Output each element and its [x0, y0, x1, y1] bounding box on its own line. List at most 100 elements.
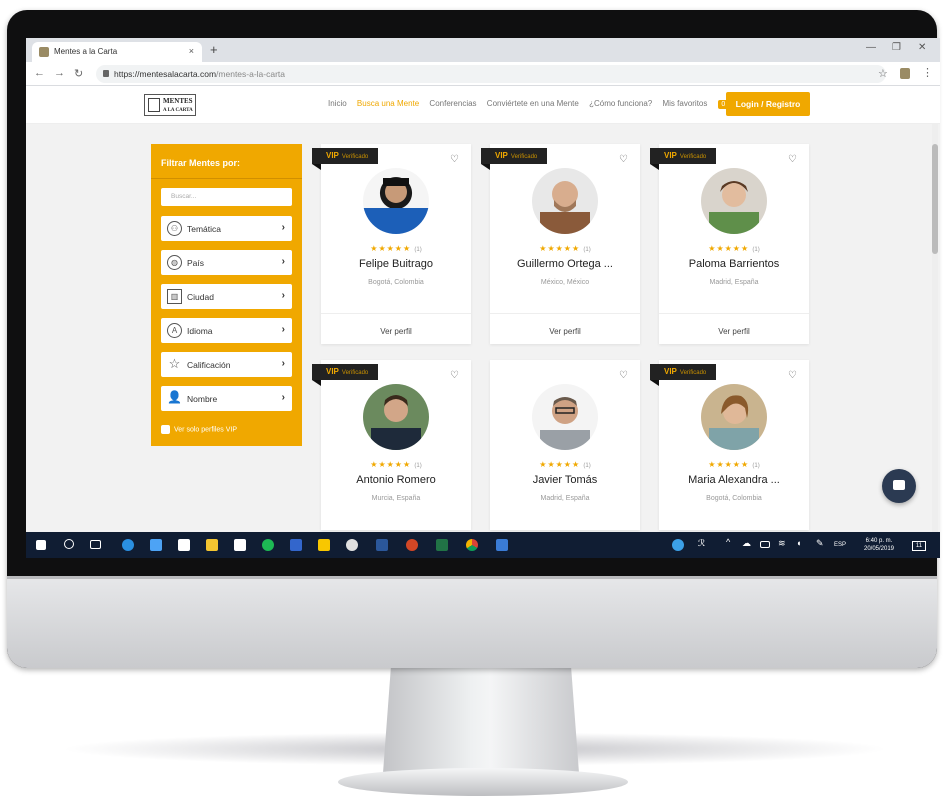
chrome-icon[interactable]	[466, 539, 478, 551]
favorite-heart-icon[interactable]: ♡	[450, 154, 459, 165]
mente-name[interactable]: Antonio Romero	[321, 474, 471, 486]
word-icon[interactable]	[376, 539, 388, 551]
mente-card[interactable]: VIP Verificado ♡ ★★★★★ (1) Maria Alexandr…	[650, 360, 809, 530]
favorite-heart-icon[interactable]: ♡	[619, 370, 628, 381]
spotify-icon[interactable]	[262, 539, 274, 551]
favorite-heart-icon[interactable]: ♡	[619, 154, 628, 165]
mente-name[interactable]: Guillermo Ortega ...	[490, 258, 640, 270]
chat-bubble-button[interactable]	[882, 469, 916, 503]
filter-nombre[interactable]: 👤 Nombre ›	[161, 386, 292, 411]
tray-app-icon[interactable]	[672, 539, 684, 551]
url-input[interactable]: https://mentesalacarta.com/mentes-a-la-c…	[96, 65, 886, 83]
mail-icon[interactable]	[234, 539, 246, 551]
avatar	[363, 168, 429, 234]
language-indicator[interactable]: ESP	[834, 541, 846, 549]
vip-label: VIP	[664, 367, 677, 376]
avatar-portrait	[709, 395, 759, 450]
search-icon[interactable]	[64, 539, 74, 549]
menu-conviertete[interactable]: Conviértete en una Mente	[487, 99, 579, 108]
filter-item-label: Temática	[187, 224, 222, 234]
reload-icon[interactable]: ↻	[74, 67, 83, 80]
windows-start-icon[interactable]	[36, 540, 46, 550]
forward-icon[interactable]: →	[54, 67, 65, 79]
filter-idioma[interactable]: A Idioma ›	[161, 318, 292, 343]
menu-conferencias[interactable]: Conferencias	[429, 99, 476, 108]
avatar	[532, 168, 598, 234]
favorite-heart-icon[interactable]: ♡	[788, 154, 797, 165]
mente-name[interactable]: Felipe Buitrago	[321, 258, 471, 270]
filter-ciudad[interactable]: ▥ Ciudad ›	[161, 284, 292, 309]
volume-icon[interactable]: ◖	[796, 538, 808, 550]
window-close-icon[interactable]: ✕	[918, 42, 926, 53]
mente-card[interactable]: VIP Verificado ♡ ★★★★★ (1) Guillermo Orte…	[481, 144, 640, 344]
bookmark-star-icon[interactable]: ☆	[878, 67, 888, 80]
minimize-icon[interactable]: —	[866, 42, 876, 53]
favorite-heart-icon[interactable]: ♡	[450, 370, 459, 381]
mente-name[interactable]: Javier Tomás	[490, 474, 640, 486]
vip-only-checkbox[interactable]: Ver solo perfiles VIP	[161, 425, 237, 434]
mente-card[interactable]: VIP Verificado ♡ ★★★★★ (1) Felipe Buitrag…	[312, 144, 471, 344]
rating-count: (1)	[752, 463, 760, 469]
mente-card[interactable]: VIP Verificado ♡ ★★★★★ (1) Antonio Romero…	[312, 360, 471, 530]
back-icon[interactable]: ←	[34, 67, 45, 79]
avatar-portrait	[371, 395, 421, 450]
chevron-up-icon[interactable]: ^	[726, 537, 738, 549]
mente-card[interactable]: ♡ ★★★★★ (1) Javier Tomás Madrid, España	[490, 360, 640, 530]
notifications-badge[interactable]: 11	[912, 541, 926, 551]
menu-busca-una-mente[interactable]: Busca una Mente	[357, 99, 419, 108]
clock[interactable]: 6:40 p. m. 20/05/2019	[854, 537, 904, 553]
pen-icon[interactable]: ✎	[816, 538, 828, 550]
app-icon[interactable]	[206, 539, 218, 551]
ver-perfil-link[interactable]: Ver perfil	[659, 327, 809, 336]
powerpoint-icon[interactable]	[406, 539, 418, 551]
page-scrollbar[interactable]	[932, 124, 938, 532]
filter-calificacion[interactable]: ☆ Calificación ›	[161, 352, 292, 377]
filter-title: Filtrar Mentes por:	[161, 158, 241, 168]
menu-inicio[interactable]: Inicio	[328, 99, 347, 108]
filter-search-input[interactable]: Buscar...	[161, 188, 292, 206]
menu-como-funciona[interactable]: ¿Cómo funciona?	[589, 99, 652, 108]
cloud-icon[interactable]: ☁	[742, 538, 754, 550]
people-icon[interactable]: ℛ	[698, 538, 710, 550]
scrollbar-thumb[interactable]	[932, 144, 938, 254]
menu-favoritos-label: Mis favoritos	[662, 99, 708, 108]
mente-name[interactable]: Paloma Barrientos	[659, 258, 809, 270]
filter-pais[interactable]: ◍ País ›	[161, 250, 292, 275]
login-button[interactable]: Login / Registro	[726, 92, 810, 116]
mente-card[interactable]: VIP Verificado ♡ ★★★★★ (1) Paloma Barrien…	[650, 144, 809, 344]
sticky-notes-icon[interactable]	[318, 539, 330, 551]
outlook-icon[interactable]	[496, 539, 508, 551]
menu-kebab-icon[interactable]: ⋮	[922, 66, 933, 79]
chevron-right-icon: ›	[281, 256, 285, 267]
filter-divider	[151, 178, 302, 179]
favorite-heart-icon[interactable]: ♡	[788, 370, 797, 381]
rating-stars: ★★★★★ (1)	[321, 244, 471, 253]
new-tab-icon[interactable]: +	[210, 42, 218, 57]
org-chart-icon: ⚇	[167, 221, 182, 236]
wifi-icon[interactable]: ≋	[778, 538, 790, 550]
ver-perfil-link[interactable]: Ver perfil	[321, 327, 471, 336]
rating-count: (1)	[752, 247, 760, 253]
filter-tematica[interactable]: ⚇ Temática ›	[161, 216, 292, 241]
logo-line2: A LA CARTA	[163, 108, 193, 113]
app-icon[interactable]	[290, 539, 302, 551]
file-explorer-icon[interactable]	[150, 539, 162, 551]
excel-icon[interactable]	[436, 539, 448, 551]
store-icon[interactable]	[178, 539, 190, 551]
app-icon[interactable]	[346, 539, 358, 551]
edge-icon[interactable]	[122, 539, 134, 551]
battery-icon[interactable]	[760, 541, 770, 548]
site-header: MENTES A LA CARTA Inicio Busca una Mente…	[26, 86, 940, 124]
close-tab-icon[interactable]: ×	[189, 46, 194, 56]
stars-icons: ★★★★★	[370, 460, 412, 469]
site-logo[interactable]: MENTES A LA CARTA	[144, 94, 196, 116]
mente-name[interactable]: Maria Alexandra ...	[659, 474, 809, 486]
browser-tab[interactable]: Mentes a la Carta ×	[32, 42, 202, 62]
rating-stars: ★★★★★ (1)	[490, 244, 640, 253]
tab-title: Mentes a la Carta	[54, 47, 118, 56]
stars-icons: ★★★★★	[539, 244, 581, 253]
restore-icon[interactable]: ❐	[892, 42, 901, 53]
task-view-icon[interactable]	[90, 540, 101, 549]
ver-perfil-link[interactable]: Ver perfil	[490, 327, 640, 336]
extension-icon[interactable]	[900, 68, 910, 79]
